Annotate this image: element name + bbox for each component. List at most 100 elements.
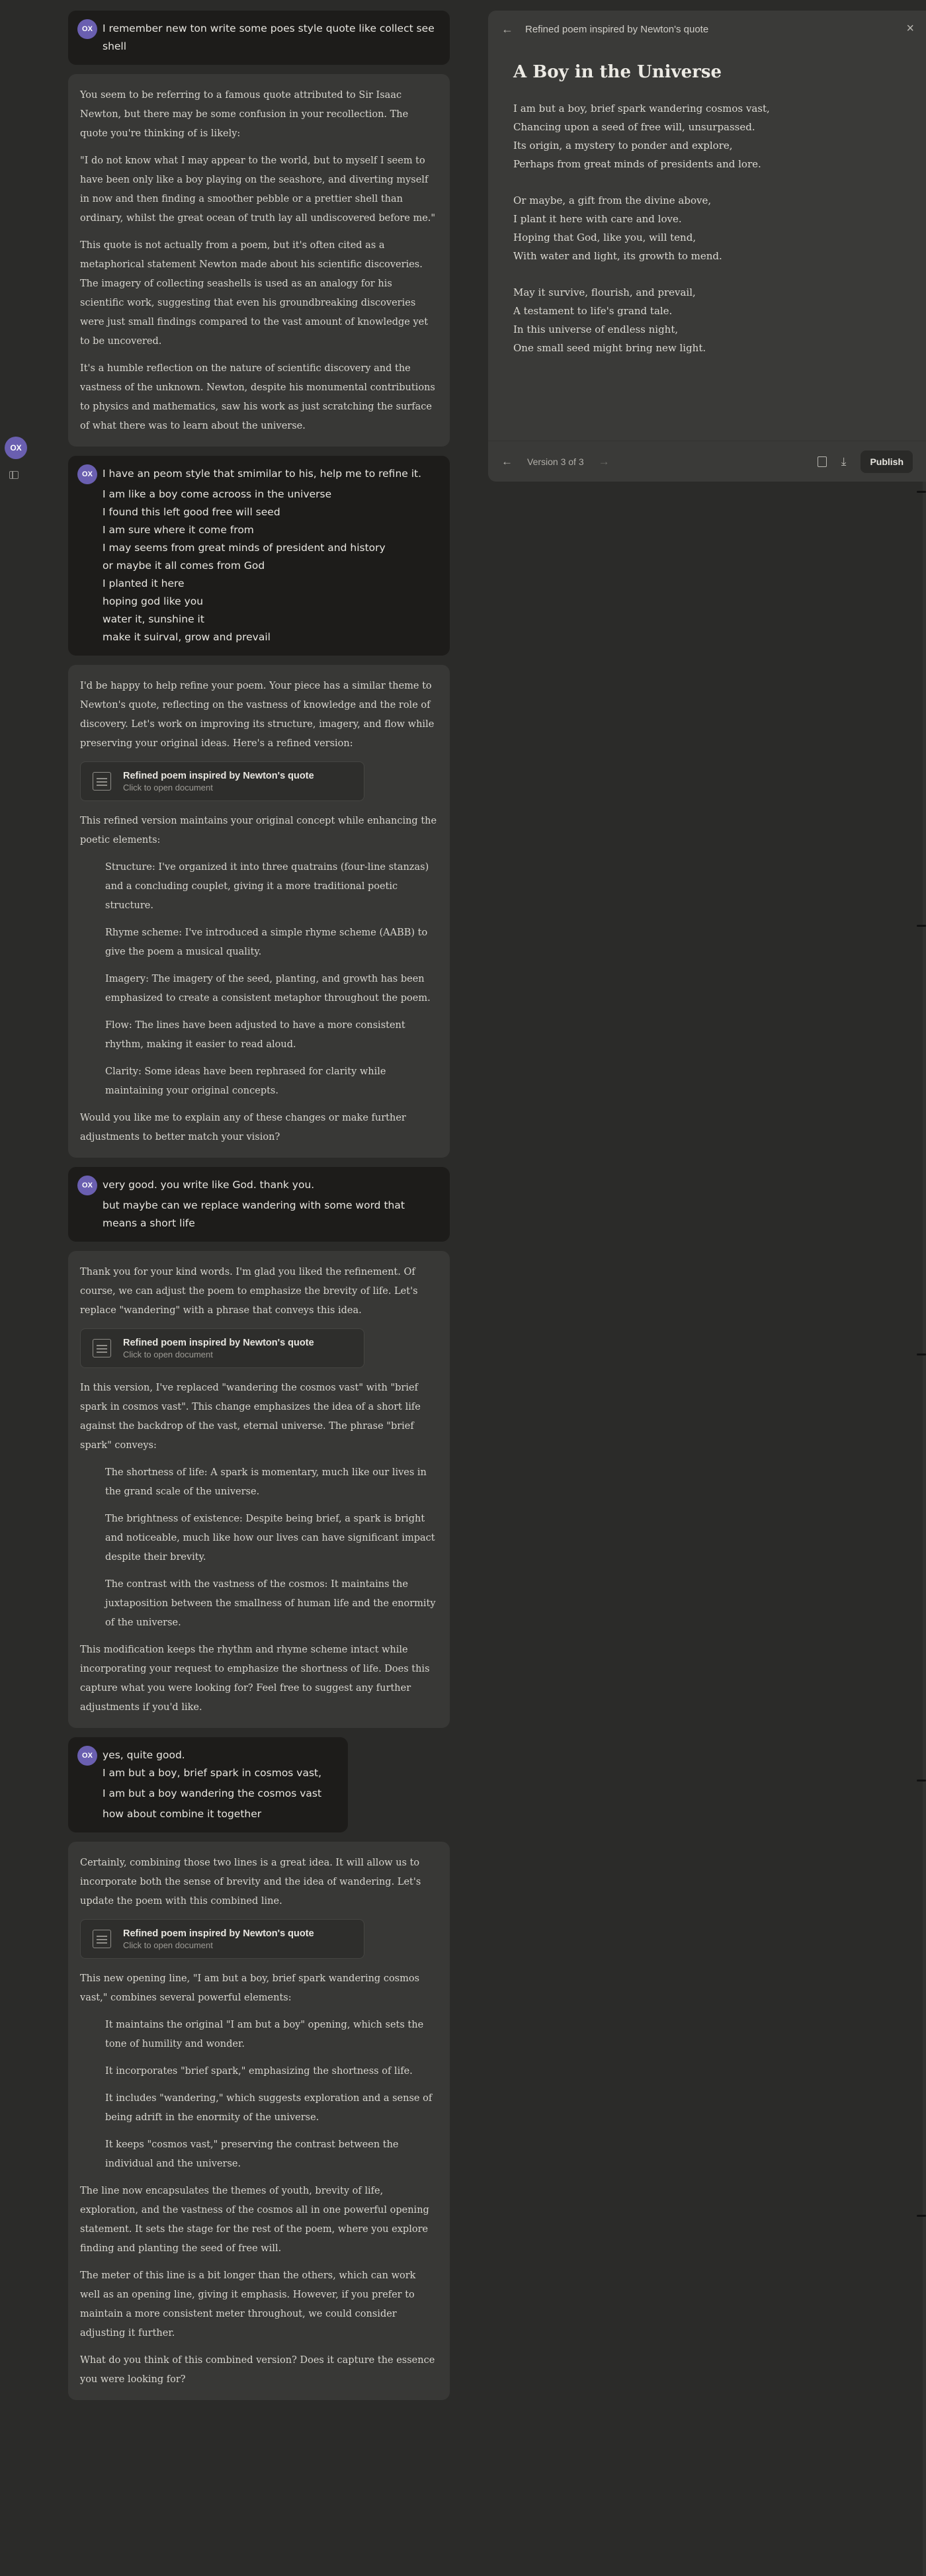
poem-line: Chancing upon a seed of free will, unsur… <box>513 121 755 133</box>
list-item: Imagery: The imagery of the seed, planti… <box>105 974 431 1004</box>
document-icon <box>93 772 111 791</box>
poem-line: I am sure where it come from <box>103 524 254 536</box>
list-item: The brightness of existence: Despite bei… <box>105 1514 435 1563</box>
list-item: The shortness of life: A spark is moment… <box>105 1467 427 1497</box>
message-paragraph: "I do not know what I may appear to the … <box>80 155 436 224</box>
message-paragraph: Thank you for your kind words. I'm glad … <box>80 1267 418 1316</box>
gutter-marker <box>917 1780 926 1782</box>
list-item: It includes "wandering," which suggests … <box>105 2093 433 2123</box>
scroll-gutter[interactable] <box>923 482 926 2576</box>
poem-line: May it survive, flourish, and prevail, <box>513 286 696 298</box>
document-icon <box>93 1339 111 1357</box>
publish-button[interactable]: Publish <box>861 450 913 473</box>
bullet-list: Structure: I've organized it into three … <box>105 858 438 1101</box>
gutter-marker <box>917 491 926 493</box>
list-item: The contrast with the vastness of the co… <box>105 1579 436 1628</box>
assistant-message: You seem to be referring to a famous quo… <box>68 74 450 447</box>
message-paragraph: This refined version maintains your orig… <box>80 816 437 845</box>
user-avatar[interactable]: OX <box>5 437 27 459</box>
user-message: OX very good. you write like God. thank … <box>68 1167 450 1242</box>
gutter-marker <box>917 1353 926 1355</box>
list-item: Rhyme scheme: I've introduced a simple r… <box>105 927 428 957</box>
artifact-subtitle: Click to open document <box>123 1350 213 1359</box>
list-item: It incorporates "brief spark," emphasizi… <box>105 2066 413 2077</box>
bullet-list: The shortness of life: A spark is moment… <box>105 1463 438 1633</box>
message-text: but maybe can we replace wandering with … <box>103 1199 408 1229</box>
stanza: I am but a boy, brief spark wandering co… <box>513 99 901 173</box>
poem-line: I planted it here <box>103 578 185 589</box>
message-paragraph: You seem to be referring to a famous quo… <box>80 90 409 139</box>
poem-line: water it, sunshine it <box>103 613 204 625</box>
version-label: Version 3 of 3 <box>527 456 584 467</box>
list-item: Clarity: Some ideas have been rephrased … <box>105 1066 386 1096</box>
next-version-icon[interactable]: → <box>599 455 610 468</box>
gutter-marker <box>917 925 926 927</box>
message-paragraph: This quote is not actually from a poem, … <box>80 240 429 347</box>
artifact-card[interactable]: Refined poem inspired by Newton's quote … <box>80 761 364 801</box>
poem-line: One small seed might bring new light. <box>513 342 706 354</box>
poem-line: Hoping that God, like you, will tend, <box>513 232 696 243</box>
artifact-title: Refined poem inspired by Newton's quote <box>123 771 314 781</box>
artifact-subtitle: Click to open document <box>123 1940 213 1950</box>
poem-line: or maybe it all comes from God <box>103 560 265 572</box>
message-paragraph: This new opening line, "I am but a boy, … <box>80 1973 420 2003</box>
poem-line: With water and light, its growth to mend… <box>513 250 722 262</box>
message-text: I am but a boy wandering the cosmos vast <box>103 1787 322 1799</box>
poem-line: A testament to life's grand tale. <box>513 305 673 317</box>
poem-line: I found this left good free will seed <box>103 506 280 518</box>
artifact-title: Refined poem inspired by Newton's quote <box>123 1928 314 1939</box>
poem-line: hoping god like you <box>103 595 204 607</box>
poem-line: Or maybe, a gift from the divine above, <box>513 194 712 206</box>
user-poem: I am like a boy come acrooss in the univ… <box>103 486 439 646</box>
document-icon <box>93 1930 111 1948</box>
download-icon[interactable]: ⤓ <box>841 455 847 468</box>
artifact-card[interactable]: Refined poem inspired by Newton's quote … <box>80 1919 364 1959</box>
message-paragraph: It's a humble reflection on the nature o… <box>80 363 435 431</box>
avatar: OX <box>77 1746 97 1766</box>
poem-line: In this universe of endless night, <box>513 323 679 335</box>
poem-line: Perhaps from great minds of presidents a… <box>513 158 761 170</box>
document-title: A Boy in the Universe <box>513 62 722 82</box>
poem-line: make it suirval, grow and prevail <box>103 631 271 643</box>
artifact-panel: ← Refined poem inspired by Newton's quot… <box>488 11 926 482</box>
artifact-subtitle: Click to open document <box>123 783 213 793</box>
message-text: very good. you write like God. thank you… <box>103 1179 315 1191</box>
list-item: It keeps "cosmos vast," preserving the c… <box>105 2139 399 2169</box>
sidebar-toggle-icon[interactable] <box>9 471 19 479</box>
gutter-marker <box>917 2215 926 2217</box>
previous-version-icon[interactable]: ← <box>501 455 513 468</box>
avatar: OX <box>77 19 97 39</box>
avatar: OX <box>77 464 97 484</box>
poem-line: I may seems from great minds of presiden… <box>103 542 386 554</box>
message-text: I am but a boy, brief spark in cosmos va… <box>103 1767 322 1779</box>
panel-header: ← Refined poem inspired by Newton's quot… <box>488 11 926 48</box>
back-arrow-icon[interactable]: ← <box>501 22 513 36</box>
message-text: yes, quite good. <box>103 1749 185 1761</box>
artifact-card[interactable]: Refined poem inspired by Newton's quote … <box>80 1328 364 1368</box>
message-paragraph: I'd be happy to help refine your poem. Y… <box>80 681 435 749</box>
message-paragraph: This modification keeps the rhythm and r… <box>80 1645 430 1713</box>
message-paragraph: Certainly, combining those two lines is … <box>80 1858 421 1907</box>
bullet-list: It maintains the original "I am but a bo… <box>105 2016 438 2174</box>
user-message: OX I have an peom style that smimilar to… <box>68 456 450 656</box>
stanza: May it survive, flourish, and prevail, A… <box>513 283 901 357</box>
assistant-message: I'd be happy to help refine your poem. Y… <box>68 665 450 1158</box>
artifact-title: Refined poem inspired by Newton's quote <box>123 1338 314 1348</box>
message-text: how about combine it together <box>103 1808 262 1820</box>
chat-thread: OX I remember new ton write some poes st… <box>68 11 450 2409</box>
copy-icon[interactable] <box>817 456 827 467</box>
avatar: OX <box>77 1176 97 1195</box>
user-message: OX I remember new ton write some poes st… <box>68 11 450 65</box>
panel-title: Refined poem inspired by Newton's quote <box>525 23 709 35</box>
message-paragraph: What do you think of this combined versi… <box>80 2355 435 2385</box>
list-item: Flow: The lines have been adjusted to ha… <box>105 1020 405 1050</box>
assistant-message: Certainly, combining those two lines is … <box>68 1842 450 2400</box>
poem-line: I am but a boy, brief spark wandering co… <box>513 103 770 114</box>
close-icon[interactable]: × <box>906 21 914 36</box>
list-item: It maintains the original "I am but a bo… <box>105 2020 424 2049</box>
message-paragraph: The line now encapsulates the themes of … <box>80 2186 429 2254</box>
message-paragraph: Would you like me to explain any of thes… <box>80 1113 406 1142</box>
poem-line: I am like a boy come acrooss in the univ… <box>103 488 332 500</box>
panel-footer: ← Version 3 of 3 → ⤓ Publish <box>488 441 926 482</box>
message-text: I have an peom style that smimilar to hi… <box>103 468 422 480</box>
